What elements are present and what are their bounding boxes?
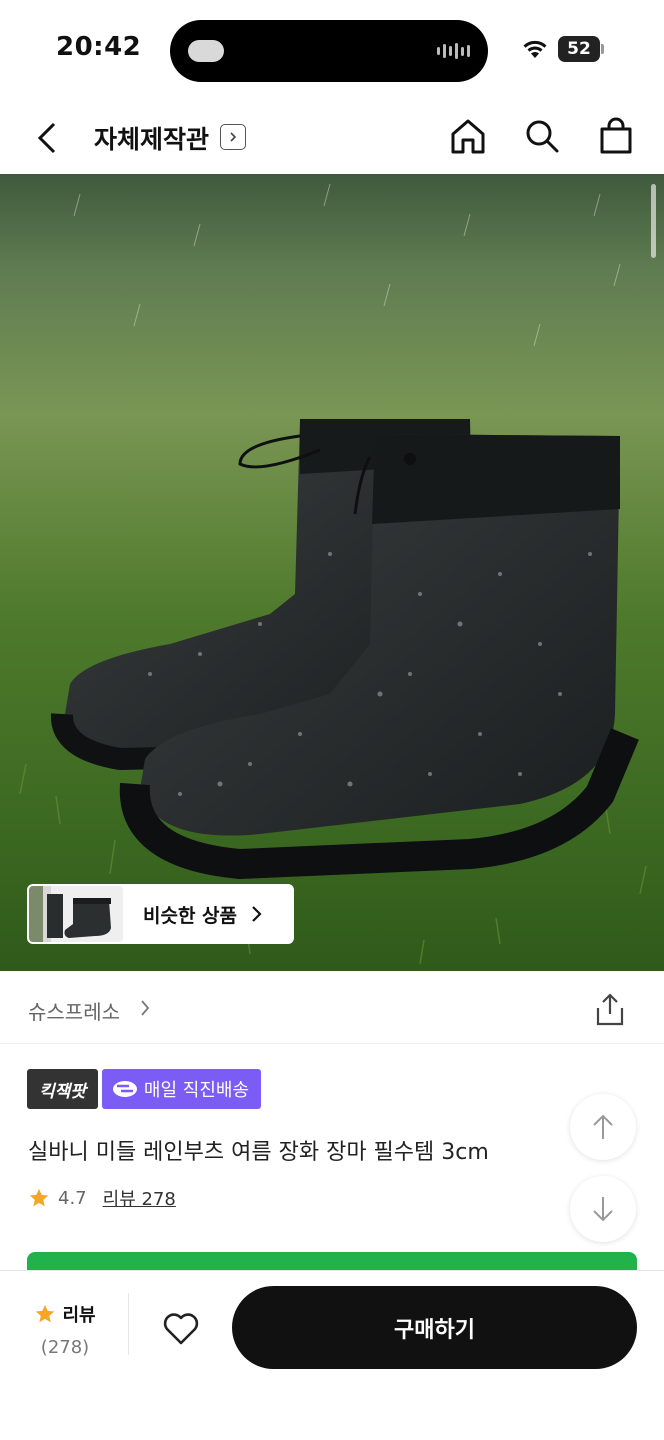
similar-products-button[interactable]: 비슷한 상품 [27, 884, 294, 944]
quick-badge: 킥잭팟 [27, 1069, 98, 1109]
rating-value: 4.7 [58, 1187, 87, 1209]
battery-cap [601, 44, 604, 54]
status-time: 20:42 [56, 32, 142, 62]
back-icon[interactable] [28, 118, 68, 158]
dynamic-island [170, 20, 488, 82]
similar-products-label: 비슷한 상품 [143, 904, 238, 927]
star-icon [29, 1188, 49, 1207]
delivery-badge-label: 매일 직진배송 [143, 1080, 250, 1101]
battery-indicator: 52 [558, 36, 600, 62]
delivery-icon [112, 1081, 137, 1097]
heart-icon[interactable] [160, 1307, 202, 1349]
star-icon [36, 1304, 55, 1323]
shopping-bag-icon[interactable] [596, 116, 636, 156]
scroll-down-button[interactable] [570, 1176, 636, 1242]
chevron-right-icon[interactable] [220, 124, 246, 150]
product-title: 실바니 미들 레인부츠 여름 장화 장마 필수템 3cm [28, 1140, 489, 1165]
rain-boots-photo [0, 174, 664, 971]
audio-wave-icon [437, 42, 470, 60]
product-image[interactable]: 비슷한 상품 [0, 174, 664, 971]
live-activity-icon [188, 40, 224, 62]
chevron-right-icon[interactable] [138, 999, 152, 1017]
arrow-up-icon [593, 1114, 613, 1139]
top-nav: 자체제작관 [0, 100, 664, 174]
chevron-right-icon [252, 906, 262, 922]
product-badges: 킥잭팟 매일 직진배송 [27, 1069, 262, 1109]
buy-button[interactable]: 구매하기 [232, 1286, 637, 1369]
brand-row: 슈스프레소 [0, 972, 664, 1044]
status-bar: 20:42 52 [0, 0, 664, 100]
divider [128, 1293, 129, 1355]
share-icon[interactable] [592, 992, 628, 1028]
brand-link[interactable]: 슈스프레소 [28, 996, 120, 1025]
review-link[interactable]: 리뷰 278 [103, 1185, 176, 1211]
arrow-down-icon [593, 1197, 613, 1222]
review-count: (278) [40, 1337, 90, 1358]
image-scroll-indicator [651, 184, 656, 258]
home-icon[interactable] [448, 116, 488, 156]
page-title[interactable]: 자체제작관 [94, 120, 209, 156]
scroll-up-button[interactable] [570, 1094, 636, 1160]
review-label: 리뷰 [62, 1305, 96, 1326]
wifi-icon [523, 40, 547, 58]
review-summary-button[interactable]: 리뷰 (278) [30, 1301, 100, 1358]
similar-product-thumbnail [29, 886, 123, 942]
search-icon[interactable] [522, 116, 562, 156]
delivery-badge: 매일 직진배송 [101, 1069, 262, 1109]
bottom-action-bar: 리뷰 (278) 구매하기 [0, 1270, 664, 1440]
rating-row: 4.7 리뷰 278 [28, 1185, 176, 1211]
